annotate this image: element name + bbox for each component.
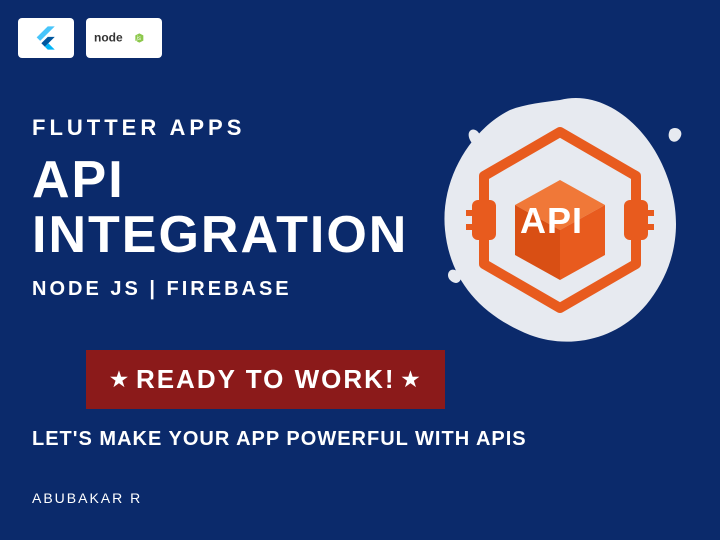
ready-badge: ★ READY TO WORK! ★	[86, 350, 445, 409]
api-graphic: API	[420, 80, 700, 360]
tagline: LET'S MAKE YOUR APP POWERFUL WITH APIS	[32, 428, 527, 451]
api-label: API	[520, 200, 583, 242]
title-line-2: INTEGRATION	[32, 208, 408, 263]
star-icon: ★	[402, 367, 422, 392]
author-name: ABUBAKAR R	[32, 490, 142, 506]
subtitle-secondary: NODE JS | FIREBASE	[32, 278, 408, 301]
node-logo: node js	[86, 18, 162, 58]
title-line-1: API	[32, 153, 408, 208]
flutter-icon	[32, 24, 60, 52]
node-icon: node js	[94, 26, 154, 50]
flutter-logo	[18, 18, 74, 58]
subtitle: FLUTTER APPS	[32, 115, 408, 141]
svg-text:node: node	[94, 30, 123, 44]
star-icon: ★	[110, 367, 130, 392]
badge-text: READY TO WORK!	[136, 364, 396, 395]
main-text-block: FLUTTER APPS API INTEGRATION NODE JS | F…	[32, 115, 408, 301]
logo-row: node js	[18, 18, 162, 58]
main-title: API INTEGRATION	[32, 153, 408, 262]
svg-text:js: js	[136, 36, 141, 42]
